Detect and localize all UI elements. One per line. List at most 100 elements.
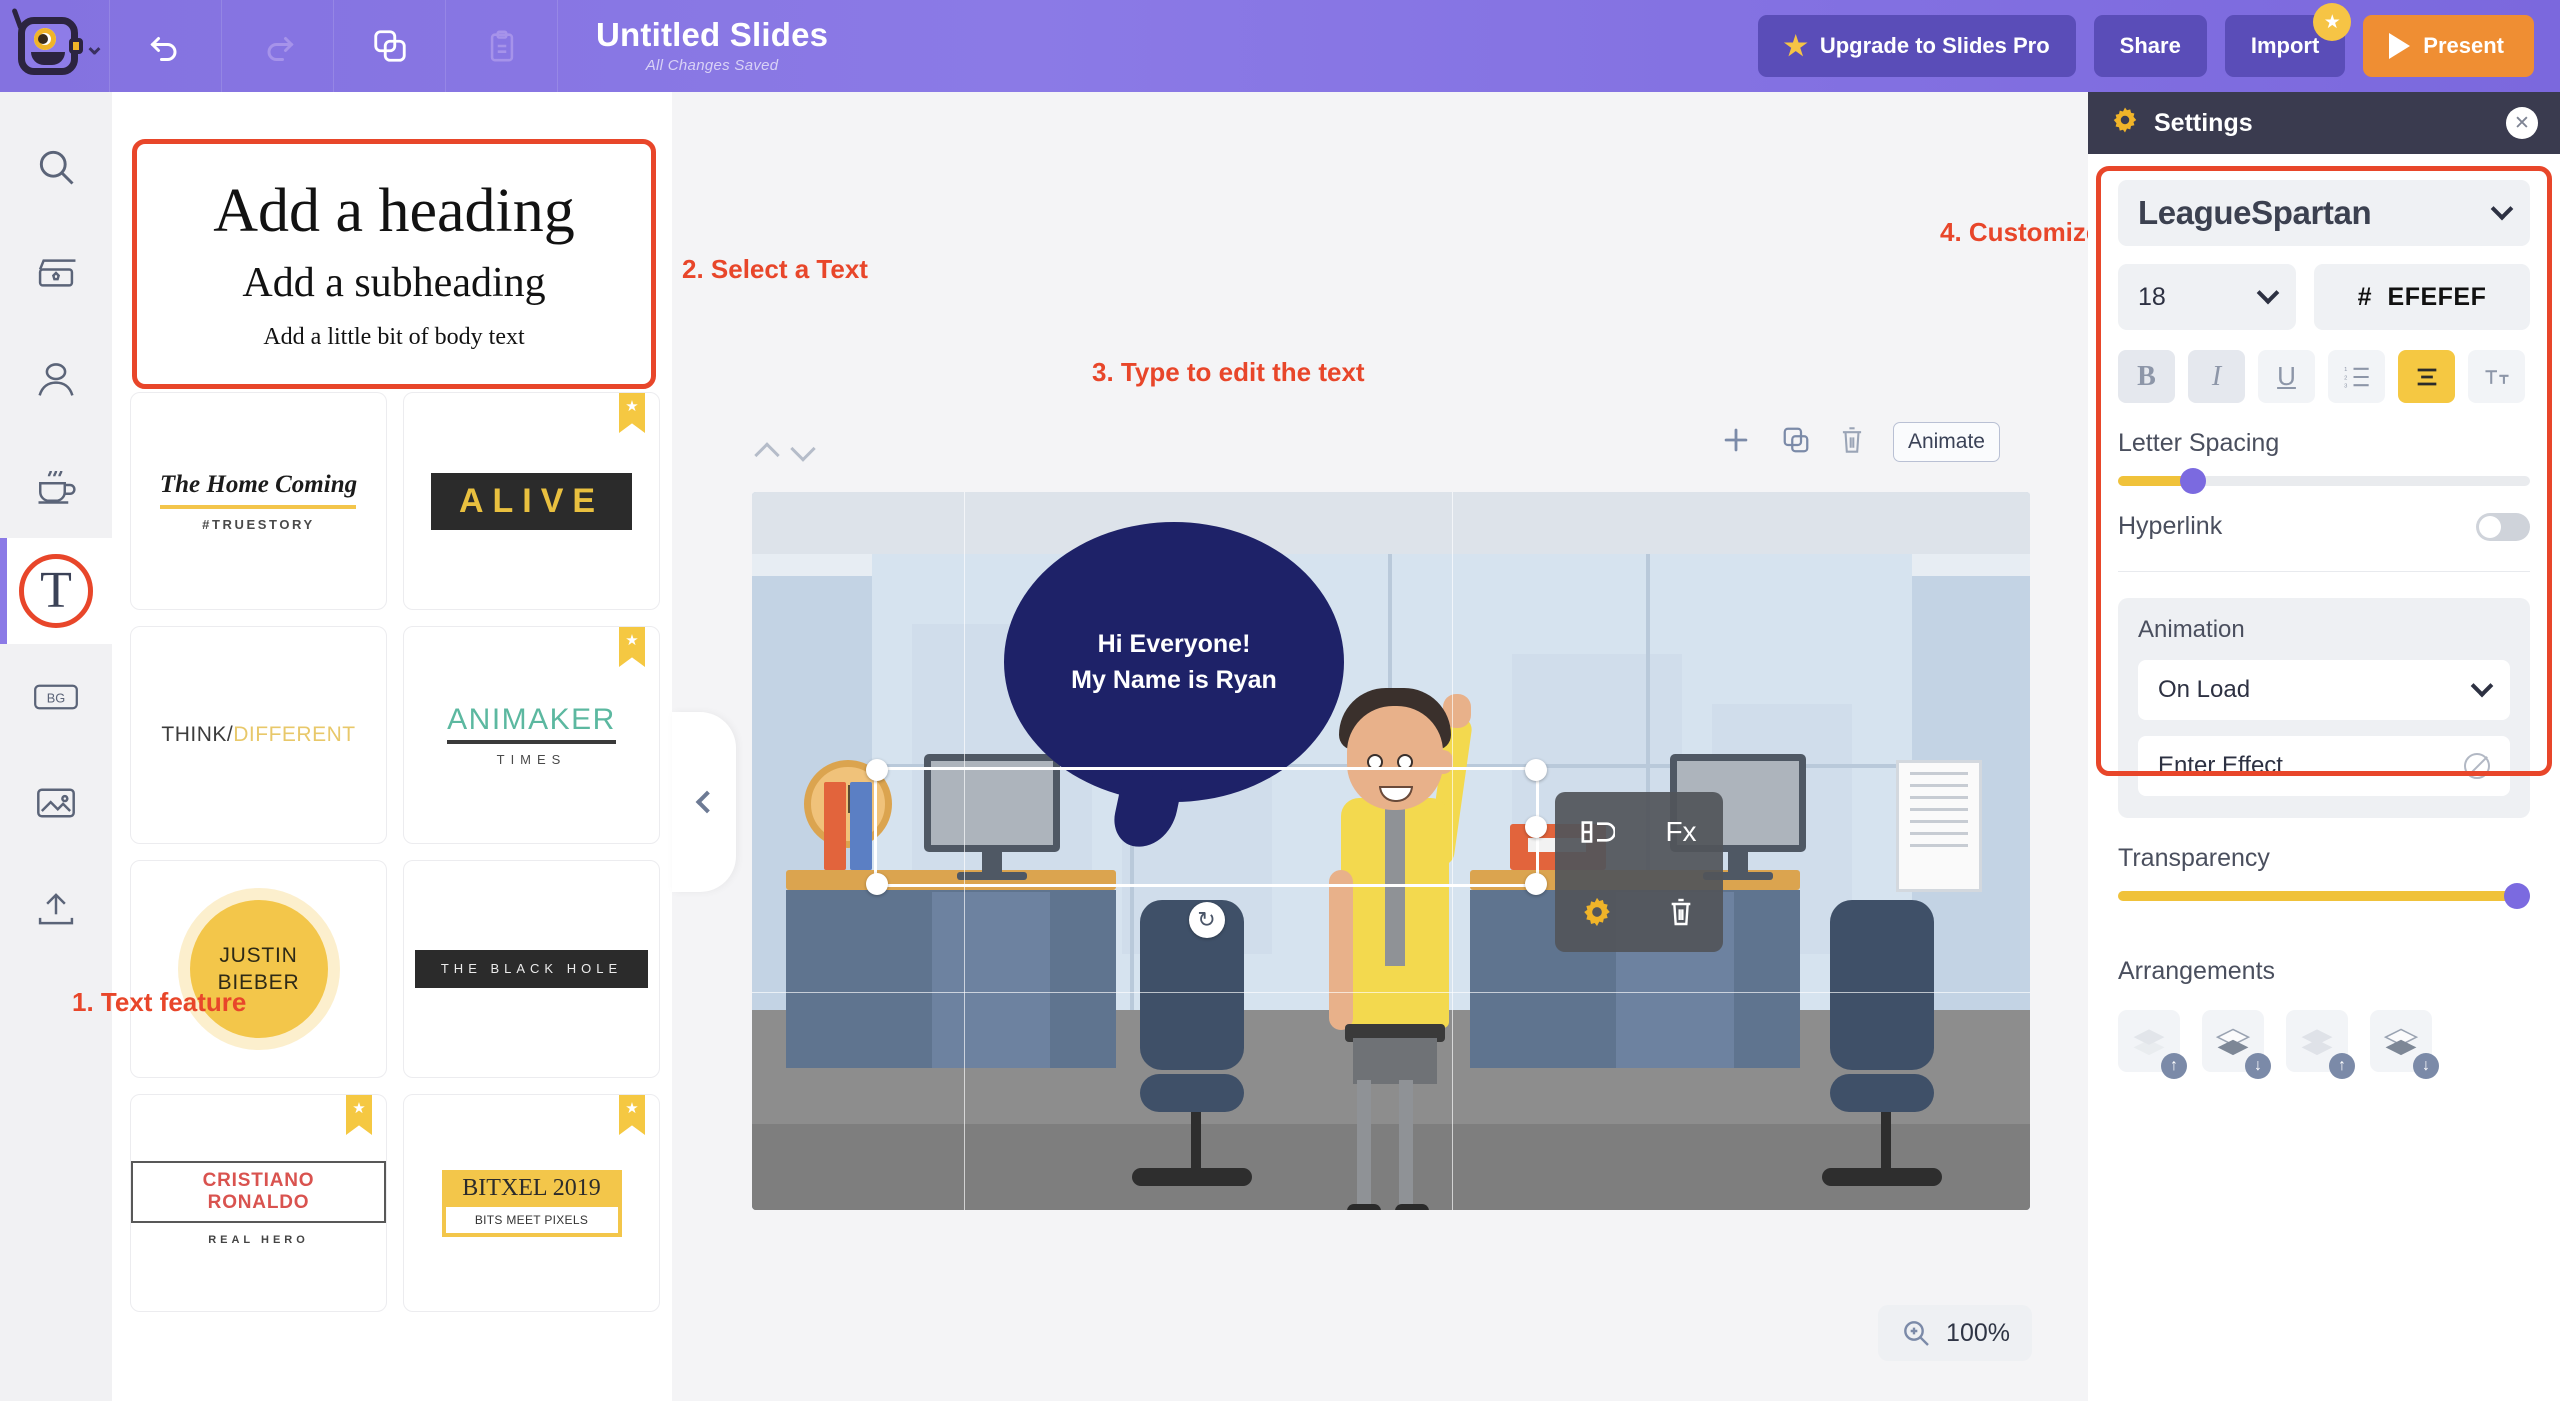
text-transform-button[interactable]: [2468, 350, 2525, 403]
animation-effect-value: Enter Effect: [2158, 752, 2283, 779]
layers-icon: [2383, 1028, 2419, 1056]
topbar-actions: ★ Upgrade to Slides Pro Share Import ★ P…: [1757, 3, 2560, 77]
settings-panel: Settings ✕ LeagueSpartan 18 # EFEFEF B I: [2088, 92, 2560, 1401]
duplicate-slide-button[interactable]: [1781, 425, 1811, 460]
send-backward-button[interactable]: ↑: [2118, 1010, 2187, 1079]
present-button[interactable]: Present: [2363, 15, 2534, 77]
resize-handle-top-right[interactable]: [1525, 759, 1547, 781]
resize-handle-bottom-right[interactable]: [1525, 873, 1547, 895]
copy-button[interactable]: [334, 0, 446, 92]
chevron-down-icon[interactable]: ⌄: [84, 33, 105, 59]
sidebar-item-slides[interactable]: [0, 220, 112, 326]
sidebar-item-characters[interactable]: [0, 326, 112, 432]
sidebar-item-background[interactable]: BG: [0, 644, 112, 750]
app-logo-menu[interactable]: ⌄: [0, 0, 110, 92]
transparency-slider[interactable]: [2118, 883, 2530, 909]
upgrade-button[interactable]: ★ Upgrade to Slides Pro: [1757, 15, 2076, 77]
text-templates-panel: Add a heading Add a subheading Add a lit…: [112, 92, 672, 1401]
resize-handle-bottom-left[interactable]: [866, 873, 888, 895]
element-delete-button[interactable]: [1667, 896, 1695, 928]
animation-effect-select[interactable]: Enter Effect: [2138, 736, 2510, 796]
paste-button[interactable]: [446, 0, 558, 92]
search-icon: [39, 150, 74, 185]
section-divider: [2118, 571, 2530, 572]
share-button[interactable]: Share: [2093, 15, 2207, 77]
transparency-knob[interactable]: [2504, 883, 2530, 909]
card-rule: [447, 740, 616, 744]
props-icon: [38, 470, 76, 504]
template-card-home-coming[interactable]: The Home Coming #TRUESTORY: [130, 392, 387, 610]
template-card-bitxel[interactable]: ★ BITXEL 2019 BITS MEET PIXELS: [403, 1094, 660, 1312]
template-card-animaker-times[interactable]: ★ ANIMAKER TIMES: [403, 626, 660, 844]
animaker-logo-icon: [11, 7, 84, 75]
binders-left: [824, 782, 872, 870]
zoom-control[interactable]: 100%: [1878, 1305, 2032, 1361]
template-card-alive[interactable]: ★ ALIVE: [403, 392, 660, 610]
letter-spacing-knob[interactable]: [2179, 468, 2206, 494]
template-card-think-different[interactable]: THINK/DIFFERENT: [130, 626, 387, 844]
bold-button[interactable]: B: [2118, 350, 2175, 403]
sidebar-item-search[interactable]: [0, 114, 112, 220]
list-button[interactable]: 1 2 3: [2328, 350, 2385, 403]
collapse-panel-button[interactable]: [672, 712, 736, 892]
slide-prev-icon[interactable]: [754, 442, 780, 468]
italic-button[interactable]: I: [2188, 350, 2245, 403]
hyperlink-label: Hyperlink: [2118, 512, 2223, 540]
sidebar-item-props[interactable]: [0, 432, 112, 538]
animation-label: Animation: [2138, 616, 2245, 643]
effects-button[interactable]: Fx: [1665, 816, 1696, 848]
bring-forward-button[interactable]: ↓: [2202, 1010, 2271, 1079]
redo-button[interactable]: [222, 0, 334, 92]
animate-button[interactable]: Animate: [1892, 422, 2000, 462]
card-sub: REAL HERO: [208, 1233, 309, 1246]
template-card-justin-bieber[interactable]: JUSTIN BIEBER: [130, 860, 387, 1078]
hyperlink-toggle[interactable]: [2476, 512, 2530, 541]
settings-title: Settings: [2154, 108, 2253, 137]
bold-glyph: B: [2137, 360, 2156, 392]
send-to-back-button[interactable]: ↑: [2286, 1010, 2355, 1079]
layers-icon: [2215, 1028, 2251, 1056]
letter-spacing-slider[interactable]: [2118, 468, 2530, 494]
arrow-down-badge-icon: ↓: [2245, 1053, 2271, 1079]
sidebar-item-upload[interactable]: [0, 856, 112, 962]
selection-frame[interactable]: ↻: [866, 759, 1547, 938]
close-icon[interactable]: ✕: [2506, 107, 2538, 139]
align-center-button[interactable]: [2398, 350, 2455, 403]
bring-to-front-button[interactable]: ↓: [2370, 1010, 2439, 1079]
arrow-up-badge-icon: ↑: [2329, 1053, 2355, 1079]
element-settings-button[interactable]: [1580, 895, 1614, 929]
zoom-in-icon: [1904, 1321, 1929, 1346]
font-color-value: EFEFEF: [2387, 282, 2487, 311]
slide-next-icon[interactable]: [790, 436, 816, 462]
template-card-black-hole[interactable]: THE BLACK HOLE: [403, 860, 660, 1078]
rotate-handle-icon[interactable]: ↻: [1188, 902, 1225, 938]
import-label: Import: [2250, 33, 2320, 58]
delete-slide-button[interactable]: [1839, 424, 1865, 461]
font-color-field[interactable]: # EFEFEF: [2314, 264, 2530, 330]
resize-handle-top-left[interactable]: [866, 759, 888, 781]
flip-button[interactable]: [1579, 819, 1615, 845]
chair-left: [1132, 900, 1252, 1186]
page-title[interactable]: Untitled Slides: [596, 17, 828, 53]
font-family-select[interactable]: LeagueSpartan: [2118, 180, 2530, 246]
pro-star-badge: ★: [2313, 3, 2352, 41]
underline-button[interactable]: U: [2258, 350, 2315, 403]
svg-text:BG: BG: [47, 691, 66, 706]
font-size-select[interactable]: 18: [2118, 264, 2296, 330]
slide-navigation: [754, 436, 816, 468]
italic-glyph: I: [2211, 360, 2222, 392]
slide-library-icon: [38, 259, 76, 287]
template-hero-card[interactable]: Add a heading Add a subheading Add a lit…: [132, 139, 656, 389]
undo-button[interactable]: [110, 0, 222, 92]
add-slide-button[interactable]: [1719, 423, 1753, 462]
speech-bubble[interactable]: Hi Everyone! My Name is Ryan: [1004, 522, 1344, 802]
animation-trigger-select[interactable]: On Load: [2138, 660, 2510, 720]
settings-body: LeagueSpartan 18 # EFEFEF B I U 1 2 3 Le…: [2088, 154, 2560, 1079]
template-card-cristiano-ronaldo[interactable]: ★ CRISTIANO RONALDO REAL HERO: [130, 1094, 387, 1312]
text-transform-icon: [2484, 369, 2509, 384]
slide-canvas[interactable]: Hi Everyone! My Name is Ryan ↻ Fx: [752, 492, 2030, 1210]
gear-icon: [2110, 105, 2140, 142]
sidebar-item-text[interactable]: T: [0, 538, 112, 644]
resize-handle-middle-right[interactable]: [1525, 816, 1547, 838]
sidebar-item-images[interactable]: [0, 750, 112, 856]
